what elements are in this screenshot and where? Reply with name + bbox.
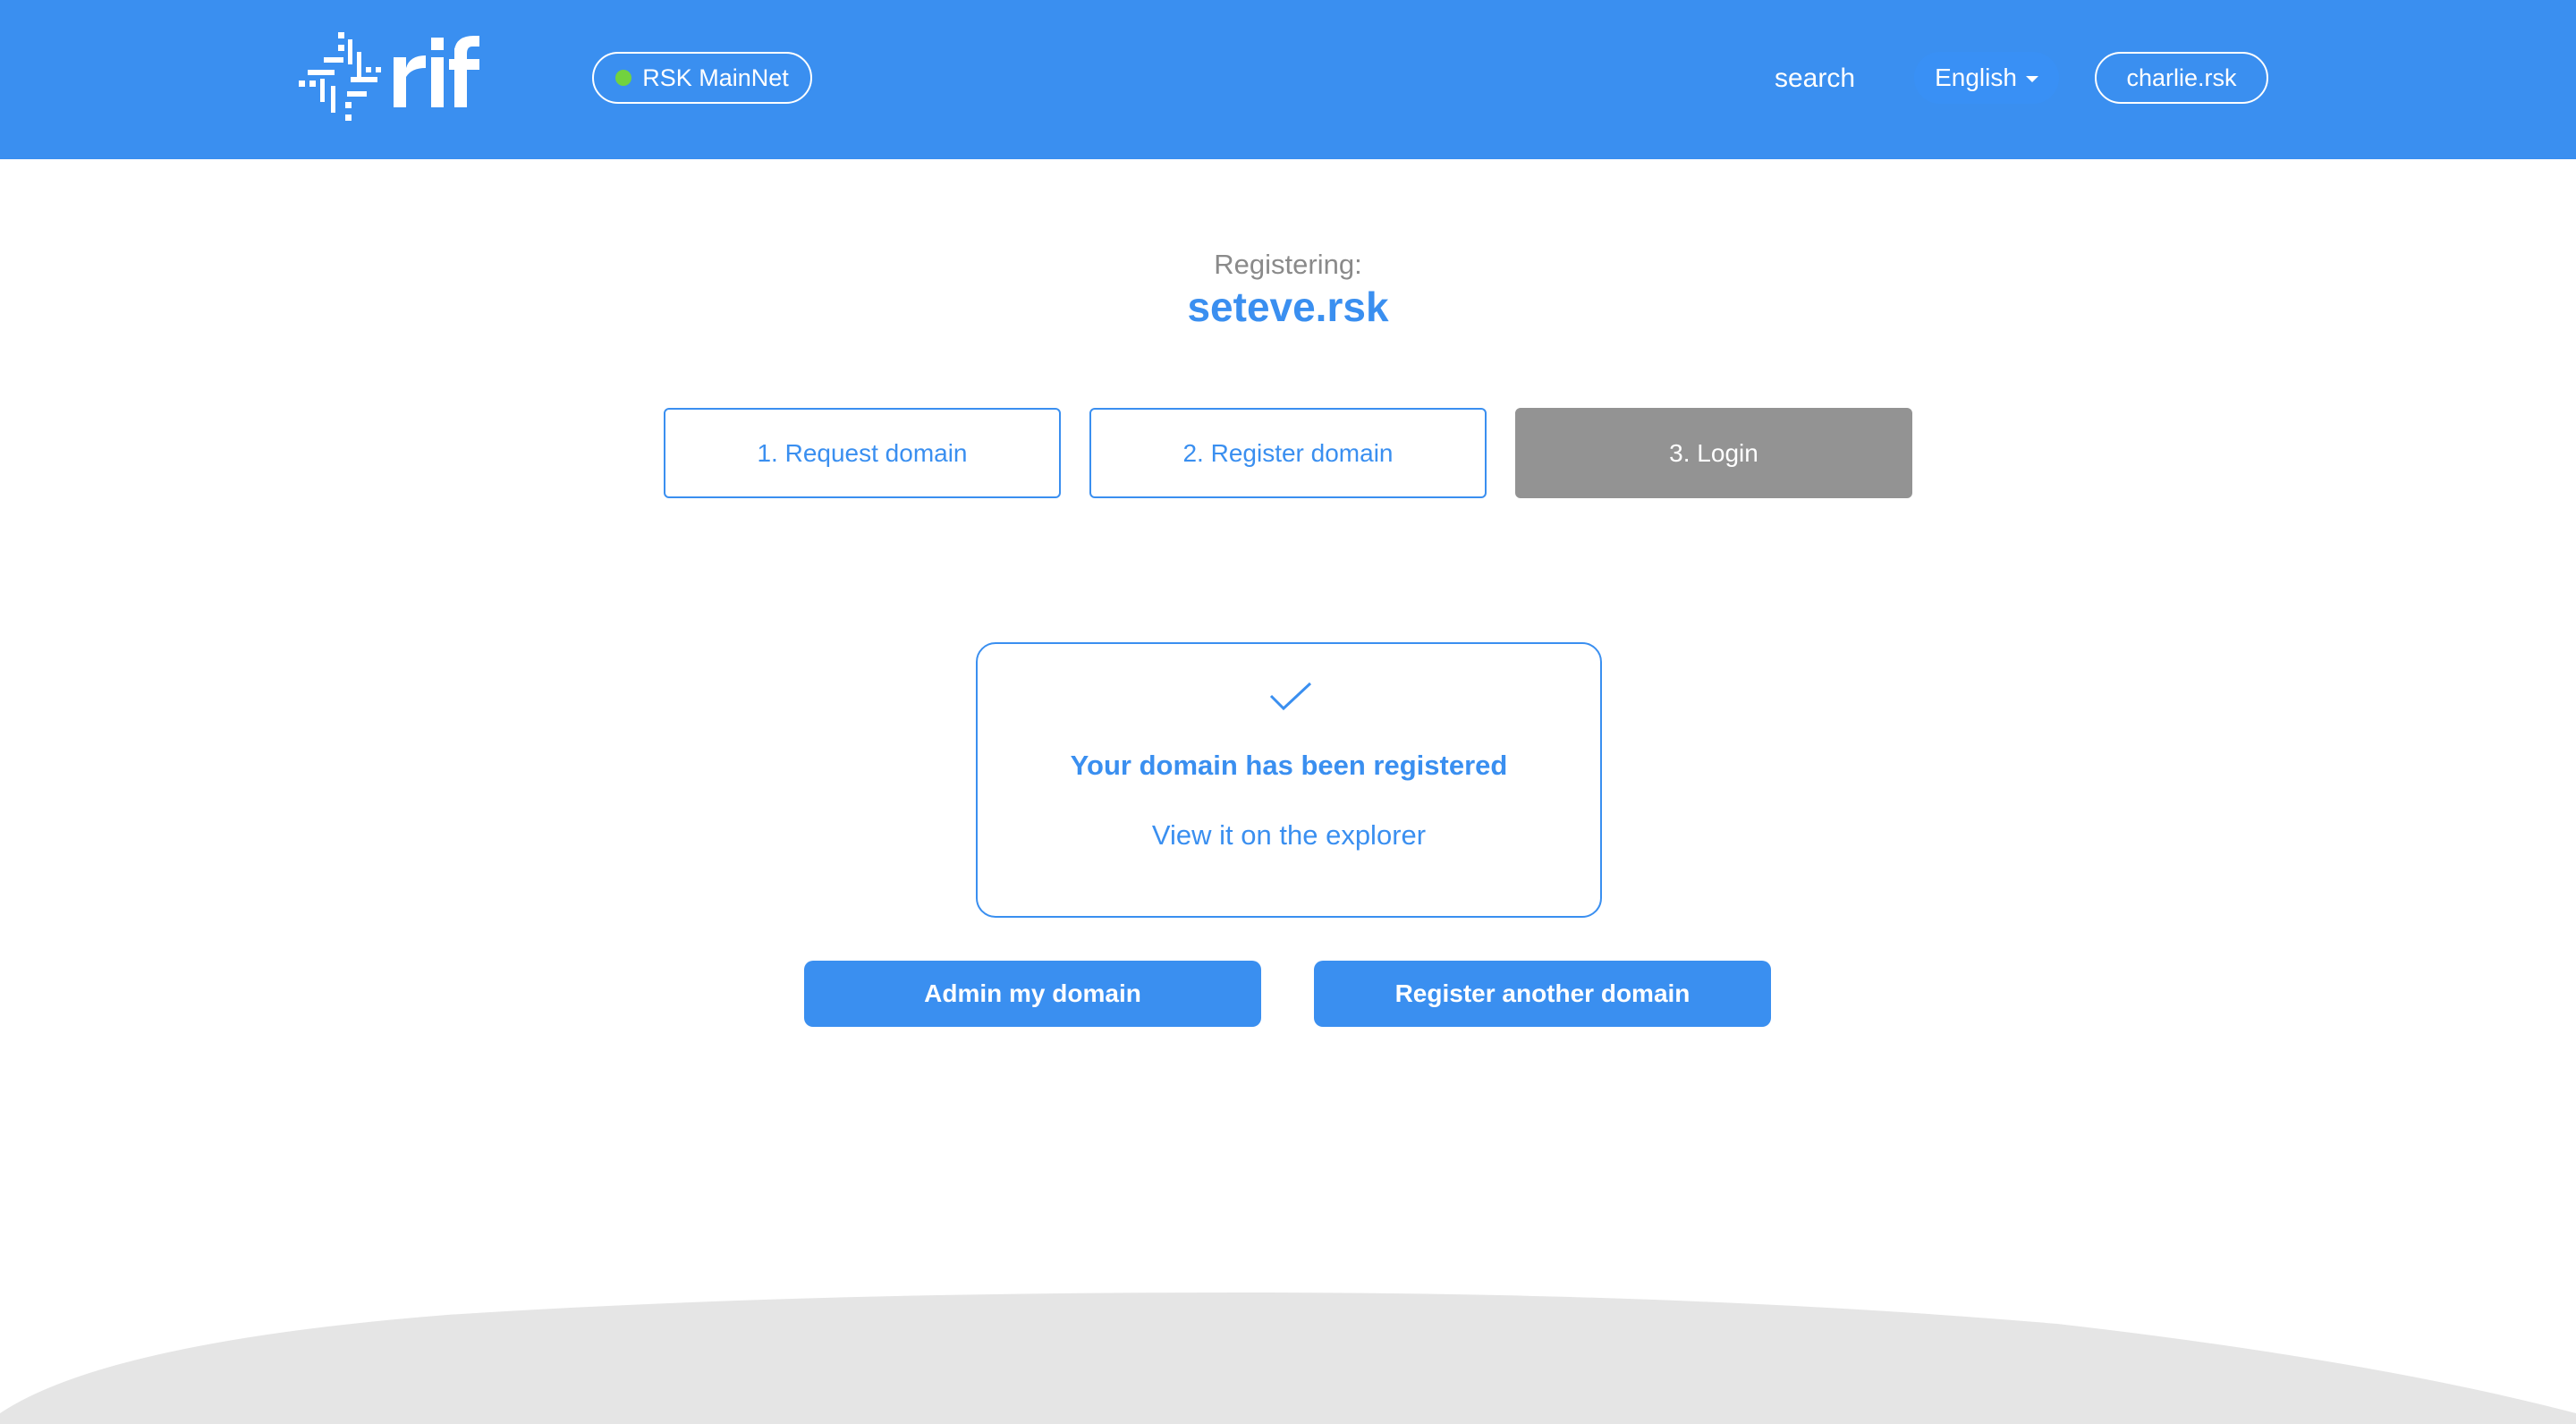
register-another-domain-button[interactable]: Register another domain — [1314, 961, 1771, 1027]
footer-arc — [0, 1292, 2576, 1424]
network-label: RSK MainNet — [642, 64, 789, 91]
top-navbar: RSK MainNet search English charlie.rsk — [0, 0, 2576, 159]
user-account-button[interactable]: charlie.rsk — [2095, 52, 2268, 104]
language-dropdown[interactable]: English — [1914, 52, 2059, 104]
step-register-domain[interactable]: 2. Register domain — [1089, 408, 1487, 498]
registering-label: Registering: — [1214, 249, 1362, 280]
step-login[interactable]: 3. Login — [1515, 408, 1912, 498]
nav-search-link[interactable]: search — [1775, 59, 1855, 98]
registration-steps: 1. Request domain 2. Register domain 3. … — [664, 408, 1912, 498]
domain-name-title: seteve.rsk — [1187, 284, 1389, 330]
check-icon — [1269, 682, 1312, 711]
admin-my-domain-button[interactable]: Admin my domain — [804, 961, 1261, 1027]
user-name: charlie.rsk — [2126, 64, 2237, 91]
language-selected: English — [1935, 64, 2017, 91]
view-on-explorer-link[interactable]: View it on the explorer — [978, 819, 1600, 852]
network-indicator[interactable]: RSK MainNet — [592, 52, 812, 104]
rif-logo[interactable] — [295, 32, 483, 125]
step-request-domain[interactable]: 1. Request domain — [664, 408, 1061, 498]
caret-down-icon — [2025, 75, 2038, 82]
success-card: Your domain has been registered View it … — [976, 642, 1602, 918]
network-status-dot — [615, 70, 632, 86]
success-message: Your domain has been registered — [1070, 750, 1508, 781]
rif-logo-icon — [299, 32, 479, 121]
